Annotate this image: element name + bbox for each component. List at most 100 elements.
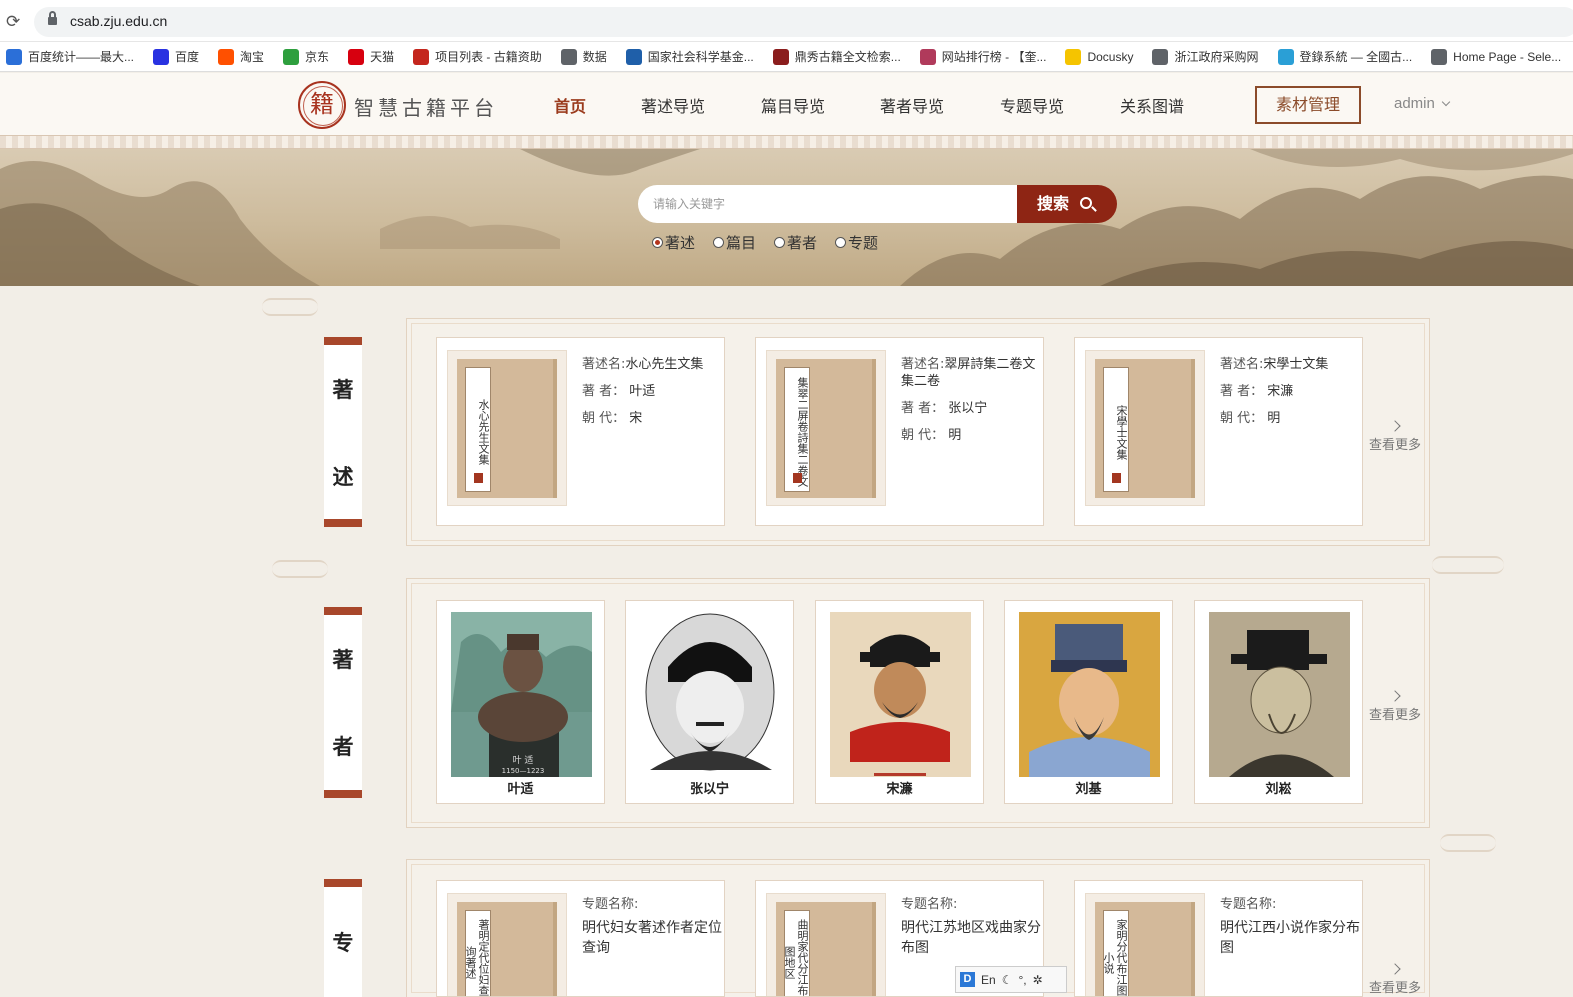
- ranking-icon: [919, 48, 936, 65]
- author-name: 刘崧: [1265, 782, 1292, 797]
- bookmarks-bar: 百度统计——最大... 百度 淘宝 京东 天猫 项目列表 - 古籍资助 数据 国家社会科学基金…: [0, 42, 1573, 72]
- nav-authors[interactable]: 著者导览: [880, 93, 944, 117]
- svg-text:1150—1223: 1150—1223: [502, 767, 545, 775]
- cloud-ornament-icon: [1440, 834, 1496, 852]
- decorative-border: [0, 135, 1573, 149]
- taobao-icon: [218, 48, 235, 65]
- bookmark-item[interactable]: Docusky: [1065, 48, 1134, 65]
- author-card[interactable]: 刘基: [1004, 600, 1173, 804]
- bookmark-item[interactable]: 登錄系統 — 全國古...: [1277, 48, 1413, 65]
- radio-authors[interactable]: 著者: [774, 232, 817, 253]
- bookmark-item[interactable]: 天猫: [348, 48, 394, 65]
- work-name-label: 著述名:: [582, 357, 626, 372]
- cloud-ornament-icon: [1432, 556, 1504, 574]
- work-card[interactable]: 水心先生文集 著述名:水心先生文集 著 者： 叶适 朝 代： 宋: [436, 337, 725, 526]
- work-card[interactable]: 宋學士文集 著述名:宋學士文集 著 者： 宋濂 朝 代： 明: [1074, 337, 1363, 526]
- bookmark-item[interactable]: 百度: [153, 48, 199, 65]
- radio-topics[interactable]: 专题: [835, 232, 878, 253]
- authors-more-link[interactable]: 查看更多: [1367, 690, 1423, 723]
- bookmark-label: 登錄系統 — 全國古...: [1299, 50, 1413, 64]
- topic-label: 专题名称:: [582, 897, 639, 912]
- section-tab-works: 著 述: [324, 337, 362, 527]
- work-name: 宋學士文集: [1263, 357, 1329, 372]
- bookmark-item[interactable]: 国家社会科学基金...: [625, 48, 754, 65]
- author-card[interactable]: 张以宁: [625, 600, 794, 804]
- url-field[interactable]: csab.zju.edu.cn: [34, 7, 1573, 37]
- author-card[interactable]: 刘崧: [1194, 600, 1363, 804]
- bookmark-item[interactable]: 百度统计——最大...: [6, 48, 134, 65]
- author-portrait: [1019, 612, 1160, 777]
- work-name-label: 著述名:: [901, 357, 945, 372]
- ime-badge-icon: D: [960, 972, 975, 987]
- seal-icon: [474, 473, 483, 483]
- logo-seal-icon[interactable]: 籍: [298, 81, 346, 129]
- topic-card[interactable]: 家明分代布江图西小说 专题名称: 明代江西小说作家分布图: [1074, 880, 1363, 997]
- search-button[interactable]: 搜索: [1017, 185, 1117, 223]
- ime-language[interactable]: En: [981, 973, 996, 987]
- globe-icon: [560, 48, 577, 65]
- chevron-right-icon: [1389, 420, 1401, 432]
- settings-gear-icon[interactable]: ✲: [1033, 973, 1043, 987]
- bookmark-item[interactable]: 项目列表 - 古籍资助: [413, 48, 542, 65]
- bookmark-item[interactable]: 数据: [560, 48, 607, 65]
- bookmark-item[interactable]: 淘宝: [218, 48, 264, 65]
- project-icon: [413, 48, 430, 65]
- bookmark-label: 百度: [175, 50, 200, 64]
- user-menu[interactable]: admin: [1394, 95, 1451, 112]
- bookmark-item[interactable]: 网站排行榜 - 【奎...: [919, 48, 1047, 65]
- cloud-ornament-icon: [262, 298, 318, 316]
- nav-chapters[interactable]: 篇目导览: [761, 93, 825, 117]
- url-text: csab.zju.edu.cn: [70, 13, 168, 29]
- tmall-icon: [348, 48, 365, 65]
- nav-home[interactable]: 首页: [554, 93, 586, 117]
- author-card[interactable]: 宋濂: [815, 600, 984, 804]
- tab-char: 著: [332, 376, 354, 402]
- punctuation-icon[interactable]: °,: [1018, 973, 1026, 987]
- radio-label: 专题: [848, 234, 879, 252]
- bookmark-item[interactable]: 京东: [283, 48, 329, 65]
- bookmark-label: 数据: [582, 50, 607, 64]
- radio-label: 著述: [665, 234, 696, 252]
- baidu-tongji-icon: [6, 48, 22, 65]
- bookmark-item[interactable]: Home Page - Sele...: [1431, 48, 1561, 65]
- radio-chapters[interactable]: 篇目: [713, 232, 756, 253]
- radio-works[interactable]: 著述: [652, 232, 695, 253]
- globe-icon: [1152, 48, 1169, 65]
- site-name[interactable]: 智慧古籍平台: [354, 92, 498, 121]
- topic-cover: 家明分代布江图西小说: [1085, 893, 1205, 996]
- search-type-options: 著述 篇目 著者 专题: [652, 232, 878, 253]
- nav-relations[interactable]: 关系图谱: [1120, 93, 1184, 117]
- topics-more-link[interactable]: 查看更多: [1367, 963, 1423, 996]
- site-header: 籍 智慧古籍平台 首页 著述导览 篇目导览 著者导览 专题导览 关系图谱 素材管…: [0, 73, 1573, 135]
- topic-label: 专题名称:: [901, 897, 958, 912]
- topic-name: 明代江西小说作家分布图: [1220, 920, 1360, 956]
- topic-card[interactable]: 著明定代位妇查女询著述 专题名称: 明代妇女著述作者定位查询: [436, 880, 725, 997]
- cover-title: 家明分代布江图西小说: [1102, 910, 1129, 996]
- docusky-icon: [1065, 48, 1082, 65]
- chevron-right-icon: [1389, 690, 1401, 702]
- nav-works[interactable]: 著述导览: [641, 93, 705, 117]
- book-icon: [772, 48, 789, 65]
- reload-icon[interactable]: ⟳: [6, 12, 20, 32]
- search-input[interactable]: 请输入关键字: [638, 185, 1018, 223]
- bookmark-label: 项目列表 - 古籍资助: [435, 50, 542, 64]
- bookmark-label: 网站排行榜 - 【奎...: [941, 50, 1047, 64]
- work-card[interactable]: 集翠二屏卷詩集二卷文 著述名:翠屏詩集二卷文集二卷 著 者： 张以宁 朝 代： …: [755, 337, 1044, 526]
- tab-char: 专: [332, 930, 354, 955]
- moon-icon[interactable]: ☾: [1002, 973, 1013, 987]
- radio-label: 著者: [787, 234, 818, 252]
- bookmark-item[interactable]: 鼎秀古籍全文检索...: [772, 48, 901, 65]
- material-management-button[interactable]: 素材管理: [1255, 86, 1361, 124]
- bookmark-label: 百度统计——最大...: [28, 50, 135, 64]
- bookmark-label: Docusky: [1087, 49, 1134, 64]
- work-author: 宋濂: [1267, 384, 1294, 399]
- bookmark-item[interactable]: 浙江政府采购网: [1152, 48, 1259, 65]
- author-card[interactable]: 叶 适 1150—1223 叶适: [436, 600, 605, 804]
- ime-toolbar[interactable]: D En ☾ °, ✲: [955, 966, 1067, 993]
- dynasty-label: 朝 代：: [582, 411, 626, 426]
- topic-name: 明代妇女著述作者定位查询: [582, 920, 722, 956]
- works-more-link[interactable]: 查看更多: [1367, 420, 1423, 453]
- author-label: 著 者：: [1220, 384, 1264, 399]
- radio-empty-icon: [713, 237, 725, 248]
- nav-topics[interactable]: 专题导览: [1000, 93, 1064, 117]
